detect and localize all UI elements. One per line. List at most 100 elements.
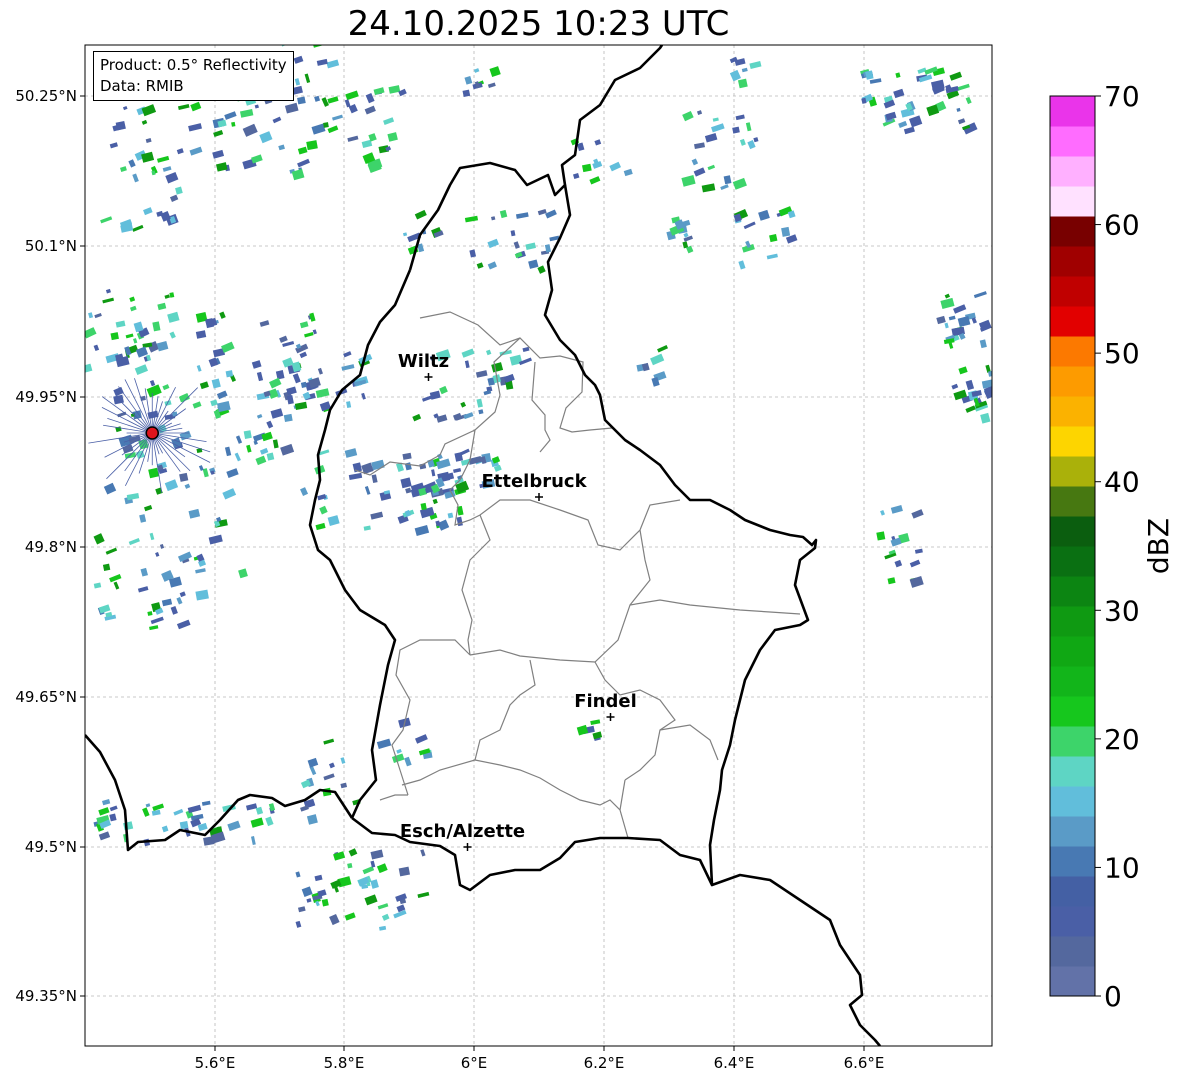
- echo-pixel: [203, 836, 215, 846]
- echo-pixel: [890, 505, 903, 514]
- echo-pixel: [142, 807, 150, 817]
- product-label: Product: 0.5° Reflectivity: [100, 56, 287, 74]
- echo-pixel: [895, 72, 901, 78]
- echo-pixel: [256, 371, 264, 382]
- echo-pixel: [93, 533, 105, 545]
- echo-pixel: [170, 606, 178, 615]
- echo-pixel: [269, 377, 282, 389]
- colorbar-cell: [1050, 276, 1095, 307]
- colorbar-cell: [1050, 906, 1095, 937]
- echo-pixel: [275, 370, 285, 380]
- echo-pixel: [414, 525, 430, 536]
- echo-pixel: [145, 803, 151, 808]
- city-wiltz[interactable]: Wiltz: [398, 351, 449, 381]
- echo-pixel: [137, 586, 149, 593]
- echo-pixel: [250, 836, 256, 845]
- echo-pixel: [64, 336, 75, 343]
- colorbar-cell: [1050, 186, 1095, 217]
- echo-pixel: [682, 110, 694, 122]
- echo-pixel: [295, 920, 302, 928]
- echo-pixel: [132, 173, 139, 183]
- echo-pixel: [980, 412, 991, 424]
- echo-pixel: [245, 803, 258, 811]
- echo-pixel: [758, 209, 770, 221]
- echo-pixel: [117, 411, 127, 418]
- echo-pixel: [255, 455, 267, 466]
- echo-pixel: [141, 119, 148, 125]
- radar-map[interactable]: 5.6°E 5.8°E 6°E 6.2°E 6.4°E 6.6°E 50.25°N 50.1…: [0, 0, 1184, 1081]
- echo-pixel: [314, 874, 323, 882]
- echo-pixel: [405, 487, 412, 494]
- x-tick-label: 6.6°E: [844, 1054, 885, 1072]
- colorbar-tick-label: 60: [1104, 209, 1140, 242]
- echo-pixel: [323, 773, 335, 781]
- echo-pixel: [370, 879, 379, 889]
- city-label: Wiltz: [398, 351, 449, 372]
- city-findel[interactable]: Findel: [574, 691, 637, 721]
- echo-pixel: [216, 390, 228, 400]
- echo-pixel: [192, 401, 202, 409]
- echo-pixel: [476, 398, 483, 408]
- city-markers: Wiltz Ettelbruck Findel Esch/Alzette: [398, 351, 637, 851]
- echo-pixel: [729, 69, 742, 82]
- echo-pixel: [691, 158, 699, 166]
- echo-pixel: [315, 522, 326, 531]
- echo-pixel: [187, 804, 202, 814]
- echo-pixel: [745, 122, 752, 132]
- city-esch-alzette[interactable]: Esch/Alzette: [400, 821, 525, 851]
- product-info-box: Product: 0.5° Reflectivity Data: RMIB: [93, 51, 294, 101]
- echo-pixel: [122, 105, 128, 111]
- echo-pixel: [911, 509, 924, 519]
- echo-pixel: [317, 367, 323, 375]
- echo-pixel: [525, 242, 536, 251]
- echo-pixel: [266, 420, 274, 429]
- echo-pixel: [323, 122, 329, 128]
- echo-pixel: [177, 103, 190, 110]
- echo-pixel: [738, 260, 746, 270]
- echo-pixel: [162, 166, 172, 172]
- canton-boundaries: [354, 311, 801, 839]
- echo-pixel: [164, 400, 172, 406]
- echo-pixel: [283, 413, 293, 422]
- echo-pixel: [343, 351, 352, 358]
- echo-pixel: [300, 487, 309, 496]
- echo-pixel: [327, 125, 339, 134]
- echo-pixel: [64, 305, 73, 314]
- echo-pixel: [592, 731, 603, 740]
- echo-pixel: [149, 625, 159, 631]
- echo-pixel: [299, 351, 308, 359]
- echo-pixel: [239, 109, 254, 118]
- colorbar-tick-label: 50: [1104, 337, 1140, 370]
- radar-site-marker[interactable]: [145, 426, 159, 440]
- echo-pixel: [297, 158, 310, 168]
- echo-pixel: [478, 409, 484, 415]
- echo-pixel: [460, 401, 467, 408]
- colorbar-cell: [1050, 216, 1095, 247]
- echo-pixel: [293, 55, 304, 64]
- echo-pixel: [340, 782, 348, 789]
- echo-pixel: [126, 492, 140, 501]
- echo-pixel: [297, 906, 306, 913]
- echo-pixel: [188, 123, 202, 132]
- echo-pixel: [54, 331, 67, 337]
- colorbar-label: dBZ: [1142, 518, 1175, 574]
- echo-pixel: [167, 311, 180, 323]
- city-ettelbruck[interactable]: Ettelbruck: [481, 471, 588, 501]
- echo-pixel: [143, 207, 153, 216]
- echo-pixel: [473, 68, 480, 73]
- echo-pixel: [936, 315, 946, 325]
- echo-pixel: [464, 360, 470, 369]
- echo-pixel: [537, 208, 547, 216]
- echo-pixel: [133, 338, 138, 344]
- echo-pixel: [404, 756, 412, 767]
- echo-pixel: [420, 849, 426, 857]
- echo-pixel: [272, 439, 279, 449]
- echo-pixel: [704, 133, 718, 143]
- echo-pixel: [458, 448, 470, 457]
- gridlines: [85, 45, 992, 1046]
- echo-pixel: [370, 860, 376, 868]
- colorbar-cell: [1050, 366, 1095, 397]
- echo-pixel: [735, 114, 745, 121]
- echo-pixel: [753, 137, 759, 143]
- x-tick-label: 6.4°E: [714, 1054, 755, 1072]
